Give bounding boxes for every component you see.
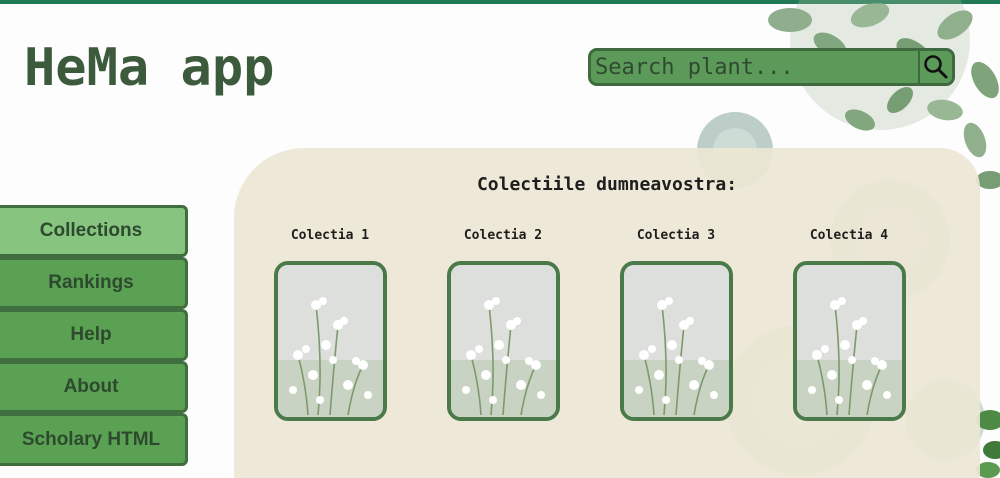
collection-item: Colectia 3 [611, 228, 741, 421]
collection-label: Colectia 3 [636, 228, 716, 243]
collection-label: Colectia 1 [290, 228, 370, 243]
panel-heading: Colectiile dumneavostra: [476, 174, 738, 195]
sidebar-item-scholary-html[interactable]: Scholary HTML [0, 413, 188, 466]
sidebar-item-help[interactable]: Help [0, 309, 188, 361]
flower-image [796, 265, 902, 417]
collection-item: Colectia 2 [438, 228, 568, 421]
collection-label: Colectia 2 [463, 228, 543, 243]
collection-thumbnail[interactable] [273, 261, 387, 421]
collections-panel: Colectiile dumneavostra: Colectia 1 Cole… [234, 148, 980, 478]
sidebar-item-rankings[interactable]: Rankings [0, 257, 188, 309]
flower-image [450, 265, 556, 417]
collection-thumbnail[interactable] [619, 261, 733, 421]
collection-item: Colectia 1 [265, 228, 395, 421]
collection-item: Colectia 4 [784, 228, 914, 421]
search-box [588, 48, 955, 86]
flower-image [623, 265, 729, 417]
top-accent-bar [0, 0, 1000, 4]
sidebar-item-about[interactable]: About [0, 361, 188, 413]
search-input[interactable] [591, 51, 918, 83]
sidebar-item-collections[interactable]: Collections [0, 205, 188, 257]
sidebar-nav: Collections Rankings Help About Scholary… [0, 205, 188, 466]
search-icon [924, 55, 948, 79]
flower-image [277, 265, 383, 417]
collection-label: Colectia 4 [809, 228, 889, 243]
collection-thumbnail[interactable] [446, 261, 560, 421]
app-title: HeMa app [24, 38, 275, 98]
collection-thumbnail[interactable] [792, 261, 906, 421]
search-button[interactable] [918, 51, 952, 83]
